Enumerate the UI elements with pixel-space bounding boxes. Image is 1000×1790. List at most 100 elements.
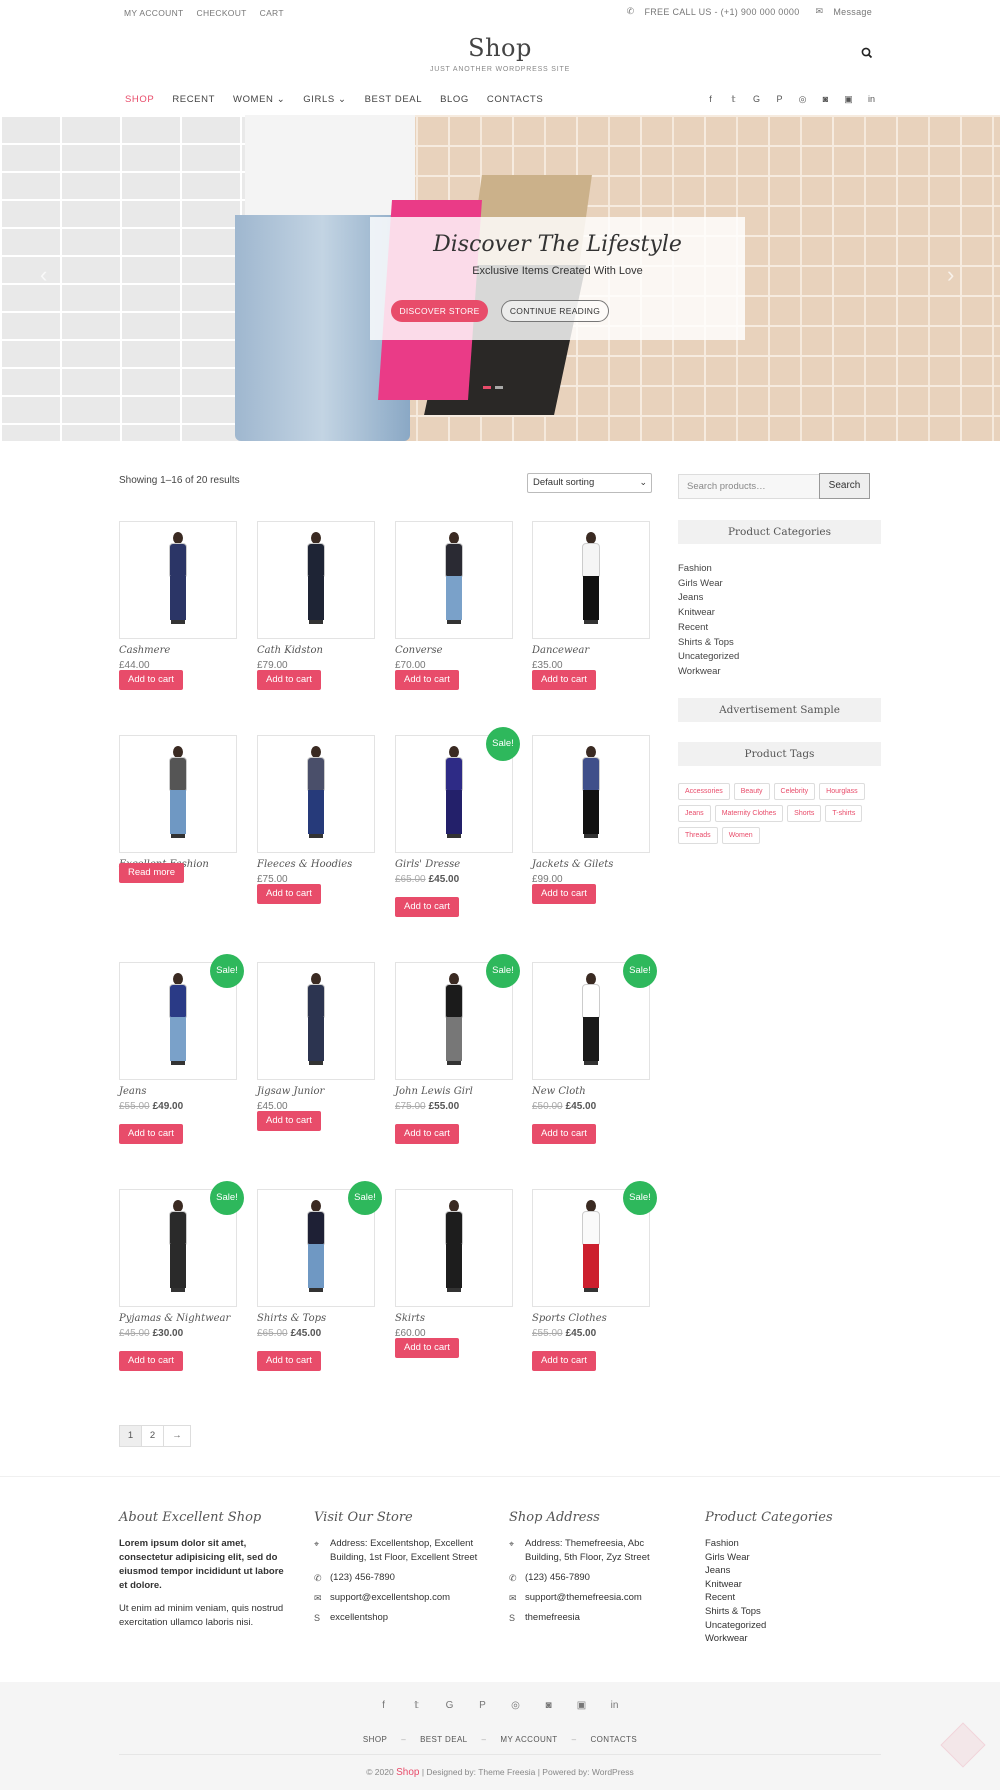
tag-link[interactable]: Women [721,827,760,844]
add-to-cart-button[interactable]: Add to cart [395,1124,459,1144]
product-card[interactable]: Dancewear £35.00 Add to cart [532,521,650,690]
category-link[interactable]: Shirts & Tops [678,636,739,651]
product-title[interactable]: Jeans [119,1086,237,1097]
add-to-cart-button[interactable]: Add to cart [532,1351,596,1371]
product-card[interactable]: Skirts £60.00 Add to cart [395,1189,513,1358]
footer-category-link[interactable]: Fashion [705,1537,875,1551]
product-title[interactable]: Pyjamas & Nightwear [119,1313,237,1324]
product-image[interactable] [532,735,650,853]
nav-item-women[interactable]: WOMEN ⌄ [233,94,285,105]
product-title[interactable]: Girls' Dresse [395,859,513,870]
add-to-cart-button[interactable]: Add to cart [395,670,459,690]
product-title[interactable]: Shirts & Tops [257,1313,375,1324]
footer-nav-best-deal[interactable]: BEST DEAL [420,1735,467,1744]
product-image[interactable] [532,521,650,639]
product-card[interactable]: Cashmere £44.00 Add to cart [119,521,237,690]
footer-category-link[interactable]: Knitwear [705,1578,875,1592]
category-link[interactable]: Recent [678,621,739,636]
product-image[interactable] [395,521,513,639]
product-title[interactable]: Fleeces & Hoodies [257,859,375,870]
add-to-cart-button[interactable]: Add to cart [257,1111,321,1131]
twitter-icon[interactable]: 𝕥 [410,1699,423,1712]
nav-item-blog[interactable]: BLOG [440,94,469,105]
slider-dot[interactable] [483,386,491,389]
google-plus-icon[interactable]: G [443,1699,456,1712]
shop-email[interactable]: support@themefreesia.com [525,1591,642,1605]
product-title[interactable]: Jigsaw Junior [257,1086,375,1097]
slider-next-icon[interactable]: › [947,262,954,288]
footer-category-link[interactable]: Recent [705,1591,875,1605]
footer-nav-my-account[interactable]: MY ACCOUNT [500,1735,557,1744]
footer-nav-shop[interactable]: SHOP [363,1735,387,1744]
slider-prev-icon[interactable]: ‹ [40,262,47,288]
tag-link[interactable]: Accessories [678,783,730,800]
message-link[interactable]: Message [833,7,872,17]
add-to-cart-button[interactable]: Add to cart [532,884,596,904]
add-to-cart-button[interactable]: Add to cart [532,1124,596,1144]
product-title[interactable]: Converse [395,645,513,656]
product-image[interactable] [257,521,375,639]
nav-item-girls[interactable]: GIRLS ⌄ [303,94,346,105]
product-title[interactable]: Skirts [395,1313,513,1324]
category-link[interactable]: Workwear [678,665,739,680]
continue-reading-button[interactable]: CONTINUE READING [501,300,609,322]
nav-item-recent[interactable]: RECENT [172,94,215,105]
facebook-icon[interactable]: f [704,93,717,106]
product-card[interactable]: Jigsaw Junior £45.00 Add to cart [257,962,375,1131]
copyright-brand-link[interactable]: Shop [396,1767,419,1778]
category-link[interactable]: Fashion [678,562,739,577]
product-card[interactable]: Jeans £55.00 £49.00 Add to cart Sale! [119,954,244,1144]
my-account-link[interactable]: MY ACCOUNT [124,8,184,18]
slider-dot[interactable] [495,386,503,389]
instagram-icon[interactable]: ◙ [542,1699,555,1712]
twitter-icon[interactable]: 𝕥 [727,93,740,106]
footer-category-link[interactable]: Workwear [705,1632,875,1646]
pinterest-icon[interactable]: P [476,1699,489,1712]
tag-link[interactable]: Beauty [733,783,770,800]
product-card[interactable]: Sports Clothes £55.00 £45.00 Add to cart Sal… [532,1181,657,1371]
product-card[interactable]: Pyjamas & Nightwear £45.00 £30.00 Add to ca… [119,1181,244,1371]
product-card[interactable]: Cath Kidston £79.00 Add to cart [257,521,375,690]
facebook-icon[interactable]: f [377,1699,390,1712]
product-image[interactable] [119,735,237,853]
category-link[interactable]: Girls Wear [678,577,739,592]
google-plus-icon[interactable]: G [750,93,763,106]
cart-link[interactable]: CART [260,8,284,18]
page-1[interactable]: 1 [120,1426,142,1446]
add-to-cart-button[interactable]: Add to cart [257,670,321,690]
sorting-select[interactable]: Default sorting ⌄ [527,473,652,493]
product-image[interactable] [257,735,375,853]
search-icon[interactable] [860,46,874,60]
site-title[interactable]: Shop [0,34,1000,62]
search-button[interactable]: Search [819,473,870,499]
product-card[interactable]: Excellent FashionRead more [119,735,237,883]
add-to-cart-button[interactable]: Add to cart [395,1338,459,1358]
footer-category-link[interactable]: Girls Wear [705,1551,875,1565]
product-card[interactable]: New Cloth £50.00 £45.00 Add to cart Sale! [532,954,657,1144]
tag-link[interactable]: Jeans [678,805,711,822]
add-to-cart-button[interactable]: Add to cart [257,1351,321,1371]
category-link[interactable]: Jeans [678,591,739,606]
footer-category-link[interactable]: Shirts & Tops [705,1605,875,1619]
add-to-cart-button[interactable]: Add to cart [119,670,183,690]
search-products-input[interactable]: Search products… [678,474,820,499]
store-email[interactable]: support@excellentshop.com [330,1591,450,1605]
product-card[interactable]: Shirts & Tops £65.00 £45.00 Add to cart Sale… [257,1181,382,1371]
product-image[interactable] [257,962,375,1080]
tag-link[interactable]: Maternity Clothes [714,805,784,822]
store-skype[interactable]: excellentshop [330,1611,388,1625]
product-card[interactable]: Converse £70.00 Add to cart [395,521,513,690]
nav-item-best-deal[interactable]: BEST DEAL [365,94,423,105]
add-to-cart-button[interactable]: Add to cart [257,884,321,904]
product-title[interactable]: Cath Kidston [257,645,375,656]
footer-category-link[interactable]: Jeans [705,1564,875,1578]
product-image[interactable] [119,521,237,639]
checkout-link[interactable]: CHECKOUT [197,8,247,18]
flickr-icon[interactable]: ▣ [842,93,855,106]
add-to-cart-button[interactable]: Add to cart [119,1351,183,1371]
shop-skype[interactable]: themefreesia [525,1611,580,1625]
linkedin-icon[interactable]: in [865,93,878,106]
product-card[interactable]: Jackets & Gilets £99.00 Add to cart [532,735,650,904]
discover-store-button[interactable]: DISCOVER STORE [391,300,488,322]
linkedin-icon[interactable]: in [608,1699,621,1712]
